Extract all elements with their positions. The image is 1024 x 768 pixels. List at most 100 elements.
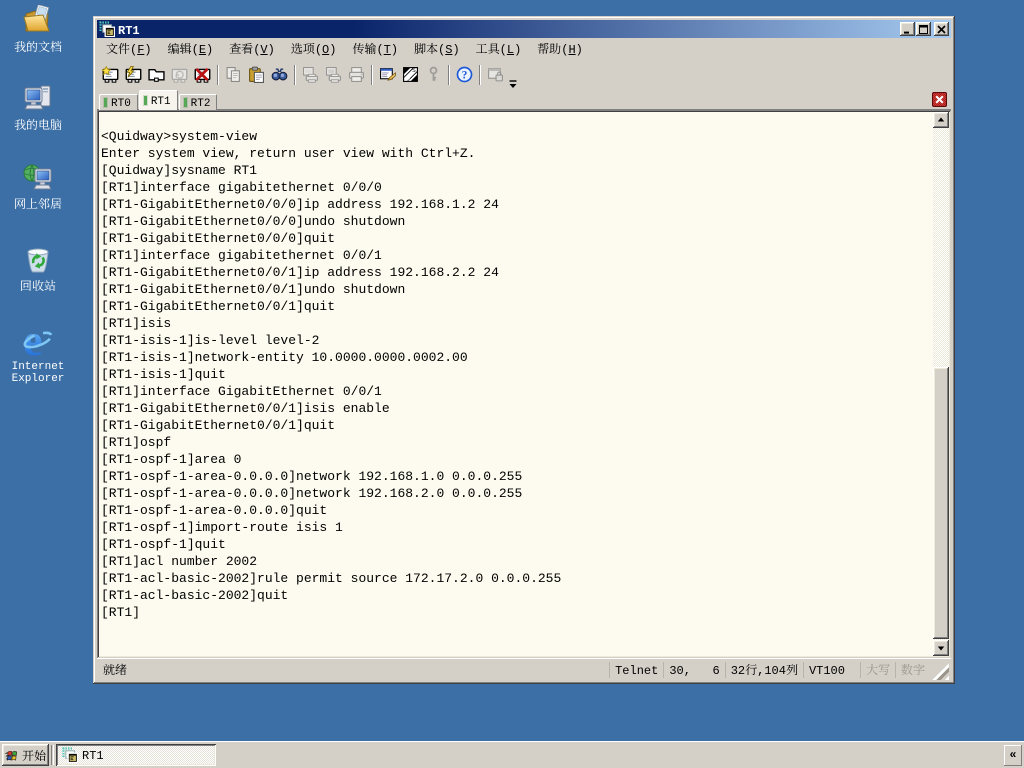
menu-item[interactable]: 脚本(S) — [406, 37, 468, 61]
desktop-icon[interactable]: 我的文档 — [0, 5, 76, 53]
toolbar-button[interactable] — [376, 63, 399, 87]
terminal-line: [RT1-GigabitEthernet0/0/1]quit — [101, 418, 336, 433]
toolbar-button-icon — [325, 66, 342, 83]
taskbar-divider — [51, 745, 54, 765]
status-pane-group: Telnet 30, 6 32行,104列 VT100 大写 数字 — [609, 659, 930, 680]
vertical-scrollbar[interactable] — [933, 112, 949, 656]
toolbar-button-group — [168, 63, 191, 87]
tab-close-button[interactable] — [932, 92, 947, 107]
toolbar-button[interactable] — [484, 63, 507, 87]
toolbar-button[interactable] — [168, 63, 191, 87]
terminal-line: [RT1-isis-1]quit — [101, 367, 226, 382]
scroll-up-button[interactable] — [933, 112, 949, 128]
toolbar-button-group — [422, 63, 453, 87]
status-pane: Telnet — [609, 661, 663, 678]
tray-chevron-button[interactable]: « — [1004, 744, 1022, 766]
app-icon — [99, 21, 115, 37]
start-button[interactable]: 开始 — [2, 744, 49, 766]
status-ready-text: 就绪 — [103, 661, 128, 678]
menu-item[interactable]: 帮助(H) — [529, 37, 591, 61]
toolbar-button[interactable] — [191, 63, 214, 87]
desktop-icon[interactable]: Internet Explorer — [0, 327, 76, 385]
task-label: RT1 — [82, 746, 104, 763]
tab-label: RT2 — [190, 94, 211, 110]
session-tab[interactable]: RT1 — [138, 90, 178, 110]
toolbar-button-group — [484, 63, 507, 87]
toolbar-button[interactable] — [268, 63, 291, 87]
tab-label: RT0 — [111, 94, 131, 110]
close-button[interactable] — [934, 22, 949, 36]
scrollbar-thumb[interactable] — [933, 367, 949, 639]
maximize-button[interactable] — [916, 22, 931, 36]
tab-label: RT1 — [150, 91, 171, 108]
session-tab[interactable]: RT2 — [178, 94, 218, 110]
toolbar-button[interactable] — [299, 63, 322, 87]
terminal-line: [RT1]interface GigabitEthernet 0/0/1 — [101, 384, 382, 399]
maximize-icon — [919, 25, 928, 34]
toolbar-buttons — [99, 63, 507, 87]
taskbar-task-list: RT1 — [56, 744, 216, 766]
toolbar-separator — [479, 64, 481, 85]
toolbar-button[interactable] — [399, 63, 422, 87]
terminal-line: [RT1-ospf-1-area-0.0.0.0]network 192.168… — [101, 486, 523, 501]
terminal-line: [RT1-isis-1]is-level level-2 — [101, 333, 320, 348]
status-pane: 30, 6 — [663, 661, 724, 678]
toolbar-button[interactable] — [99, 63, 122, 87]
desktop-icon-label: Internet Explorer — [11, 361, 65, 385]
toolbar-button-group — [453, 63, 484, 87]
title-bar[interactable]: RT1 — [97, 20, 951, 38]
app-window: RT1 文件(F) 编辑(E) 查看(V) 选项(O) 传输(T) 脚本(S) … — [93, 16, 955, 684]
status-pane: 32行,104列 — [724, 661, 803, 678]
menu-item[interactable]: 传输(T) — [344, 37, 406, 61]
terminal-line: [RT1-GigabitEthernet0/0/1]ip address 192… — [101, 265, 499, 280]
toolbar-button[interactable] — [245, 63, 268, 87]
session-tab[interactable]: RT0 — [99, 94, 138, 110]
toolbar-button-icon — [456, 66, 473, 83]
windows-flag-icon — [5, 749, 20, 762]
scroll-up-icon — [937, 116, 945, 124]
taskbar-task-button[interactable]: RT1 — [56, 744, 216, 766]
toolbar-button-icon — [302, 66, 319, 83]
toolbar-button[interactable] — [453, 63, 476, 87]
toolbar-overflow-button[interactable] — [508, 73, 518, 85]
terminal-line: [RT1]isis — [101, 316, 172, 331]
toolbar-button[interactable] — [222, 63, 245, 87]
desktop-icon[interactable]: 我的电脑 — [0, 83, 76, 131]
status-pane: VT100 — [802, 661, 850, 678]
terminal-area[interactable]: <Quidway>system-view Enter system view, … — [97, 110, 951, 658]
terminal-line: [RT1]interface gigabitethernet 0/0/1 — [101, 248, 382, 263]
desktop-icon-label: 我的电脑 — [13, 116, 62, 133]
menu-item[interactable]: 文件(F) — [98, 37, 160, 61]
terminal-line: [RT1-GigabitEthernet0/0/1]undo shutdown — [101, 282, 406, 297]
menu-item[interactable]: 选项(O) — [283, 37, 345, 61]
menu-item[interactable]: 编辑(E) — [160, 37, 222, 61]
toolbar-separator — [371, 64, 373, 85]
terminal-line: [RT1] — [101, 605, 141, 620]
taskbar: 开始 RT1 « — [0, 741, 1024, 768]
scroll-down-button[interactable] — [933, 640, 949, 656]
terminal-line: [RT1-GigabitEthernet0/0/1]isis enable — [101, 401, 390, 416]
toolbar-button[interactable] — [322, 63, 345, 87]
menu-item[interactable]: 查看(V) — [221, 37, 283, 61]
resize-grip[interactable] — [932, 663, 949, 680]
toolbar-button[interactable] — [122, 63, 145, 87]
tab-connected-indicator — [104, 98, 107, 107]
minimize-button[interactable] — [900, 22, 915, 36]
terminal-line: [RT1-GigabitEthernet0/0/1]quit — [101, 299, 336, 314]
toolbar-button-icon — [248, 66, 265, 83]
toolbar-button-icon — [125, 66, 142, 83]
terminal-line: [RT1-ospf-1]quit — [101, 537, 226, 552]
desktop-icon-label: 回收站 — [19, 277, 56, 294]
toolbar-button[interactable] — [345, 63, 368, 87]
toolbar-button[interactable] — [422, 63, 445, 87]
desktop-icon-label: 我的文档 — [13, 38, 62, 55]
desktop-icon[interactable]: 回收站 — [0, 244, 76, 292]
terminal-line: [RT1-ospf-1]import-route isis 1 — [101, 520, 343, 535]
menu-item[interactable]: 工具(L) — [468, 37, 530, 61]
menu-bar: 文件(F) 编辑(E) 查看(V) 选项(O) 传输(T) 脚本(S) 工具(L… — [97, 38, 951, 60]
desktop-icon[interactable]: 网上邻居 — [0, 162, 76, 210]
toolbar-button-group — [299, 63, 322, 87]
tab-close-icon — [935, 95, 944, 104]
toolbar-button[interactable] — [145, 63, 168, 87]
toolbar-button-icon — [148, 66, 165, 83]
